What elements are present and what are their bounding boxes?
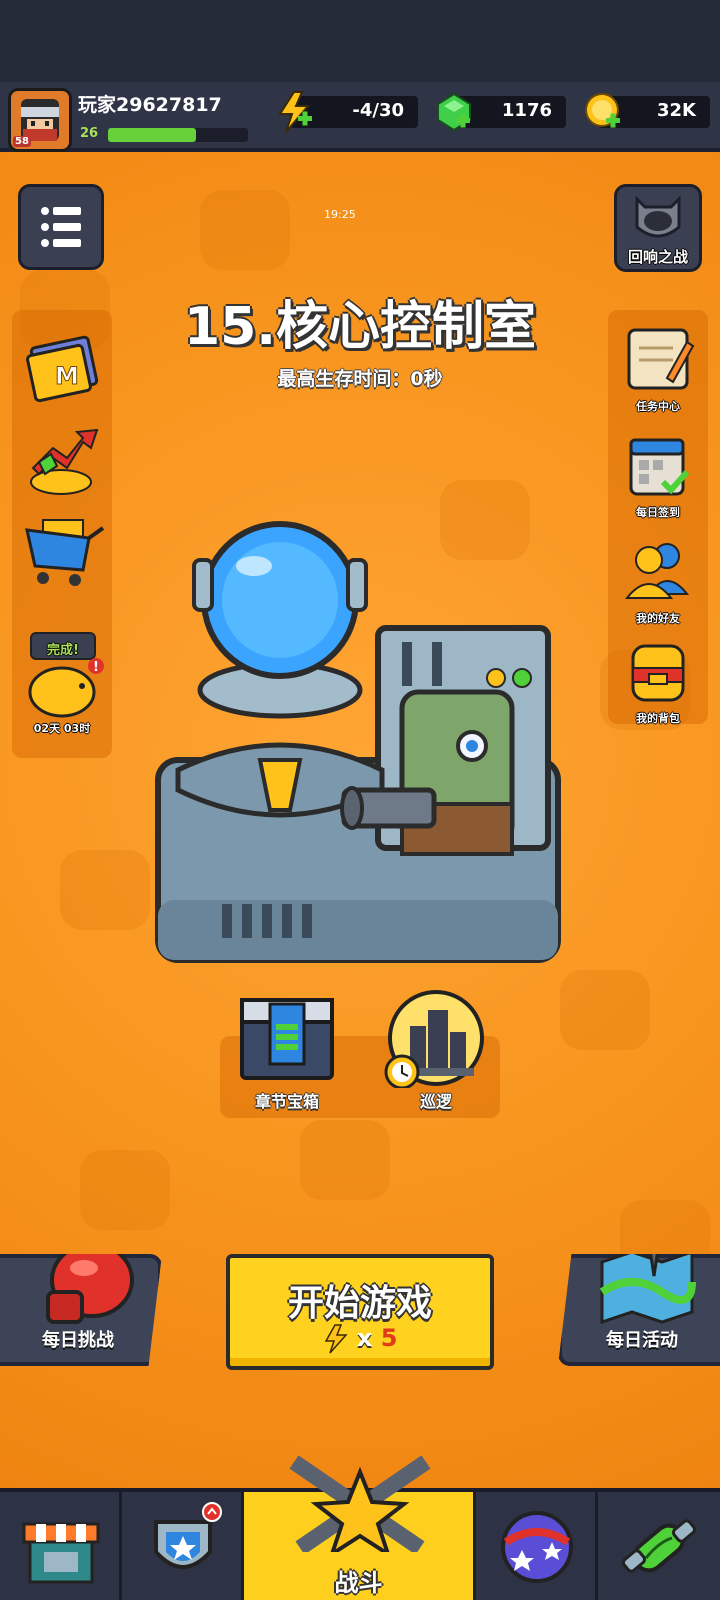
gold-coin-icon	[585, 93, 620, 128]
stage-artwork	[155, 521, 561, 963]
shop-cart-button[interactable]	[14, 508, 110, 594]
calendar-check-icon	[629, 438, 690, 496]
player-name: 玩家29627817	[78, 94, 222, 116]
piggy-status-bubble: 完成!	[30, 632, 96, 660]
friends-button[interactable]: 我的好友	[610, 534, 706, 626]
start-cost-value: 5	[380, 1324, 398, 1352]
player-top-bar: 58 玩家29627817 26 -4/30 19:25 1176 32K	[0, 82, 720, 221]
player-avatar[interactable]: 58	[8, 88, 72, 152]
menu-button[interactable]	[18, 184, 104, 270]
gem-value: 1176	[501, 100, 552, 121]
piggy-bank-button[interactable]: 完成! ! 02天 03时	[14, 628, 110, 738]
daily-challenge-label: 每日挑战	[42, 1330, 114, 1351]
chapter-chest-label: 章节宝箱	[254, 1092, 319, 1111]
start-energy-cost: x 5	[230, 1324, 490, 1354]
nav-skills[interactable]	[476, 1492, 598, 1600]
xp-bar-fill	[108, 128, 197, 142]
nav-evolution[interactable]	[598, 1492, 720, 1600]
patrol-city-icon	[384, 990, 484, 1090]
bottom-navigation: 战斗	[0, 1455, 720, 1600]
echo-battle-label: 回响之战	[627, 248, 688, 266]
nav-shop[interactable]	[0, 1492, 122, 1600]
patrol-button[interactable]: 巡逻	[380, 988, 492, 1114]
avatar-level: 58	[13, 136, 31, 147]
daily-checkin-button[interactable]: 每日签到	[610, 428, 706, 520]
start-cost-multiplier: x	[356, 1324, 373, 1352]
stage-title: 15.核心控制室	[183, 297, 537, 357]
coin-counter[interactable]: 32K	[585, 93, 710, 128]
best-survival-time: 最高生存时间：0秒	[277, 368, 443, 390]
lightning-icon	[324, 1324, 348, 1354]
status-bar-area	[0, 0, 720, 82]
friends-label: 我的好友	[636, 612, 680, 625]
green-gem-icon	[437, 92, 471, 132]
gem-counter[interactable]: 1176	[437, 92, 566, 132]
svg-text:!: !	[93, 660, 99, 675]
player-level: 26	[80, 126, 99, 141]
backpack-icon	[631, 644, 685, 702]
chapter-chest-button[interactable]: 章节宝箱	[232, 990, 342, 1114]
piggy-status: 完成!	[47, 643, 79, 658]
chest-icon	[240, 998, 334, 1080]
demon-helmet-icon	[635, 195, 681, 238]
xp-bar	[108, 128, 248, 142]
piggy-bank-icon: !	[28, 658, 104, 718]
energy-timer: 19:25	[324, 208, 356, 221]
shield-star-icon	[154, 1502, 222, 1569]
shopping-cart-icon	[25, 519, 105, 586]
star-orb-icon	[501, 1511, 573, 1583]
daily-event-label: 每日活动	[606, 1330, 678, 1351]
echo-battle-button[interactable]: 回响之战	[614, 184, 702, 272]
shop-stall-icon	[22, 1522, 100, 1584]
coin-value: 32K	[657, 100, 696, 121]
lightning-icon	[278, 91, 312, 133]
daily-checkin-label: 每日签到	[636, 506, 680, 519]
backpack-label: 我的背包	[636, 712, 680, 725]
energy-value: -4/30	[352, 100, 404, 121]
crossed-swords-star-icon	[289, 1455, 431, 1552]
nav-battle-label: 战斗	[334, 1569, 383, 1597]
piggy-timer: 02天 03时	[33, 722, 91, 735]
list-menu-icon	[41, 207, 81, 247]
start-game-button[interactable]: 开始游戏 x 5	[226, 1254, 494, 1370]
daily-challenge-button[interactable]: 每日挑战	[0, 1254, 162, 1366]
patrol-label: 巡逻	[419, 1092, 452, 1111]
dna-capsule-icon	[621, 1519, 697, 1573]
backpack-button[interactable]: 我的背包	[610, 634, 706, 726]
growth-fund-button[interactable]	[14, 418, 110, 504]
nav-talent[interactable]	[122, 1492, 244, 1600]
daily-event-button[interactable]: 每日活动	[558, 1254, 720, 1366]
energy-counter[interactable]: -4/30	[278, 91, 418, 133]
nav-battle[interactable]: 战斗	[244, 1455, 476, 1600]
start-game-label: 开始游戏	[287, 1283, 432, 1324]
friends-icon	[624, 543, 690, 599]
growth-arrow-icon	[30, 428, 99, 495]
quest-center-label: 任务中心	[636, 400, 680, 413]
